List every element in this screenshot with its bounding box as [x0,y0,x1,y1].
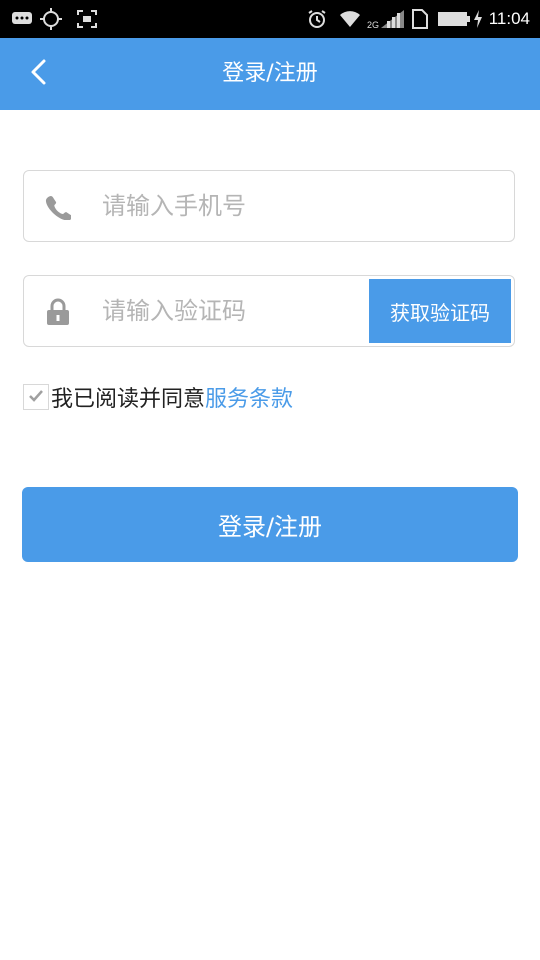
sim-icon [410,0,430,38]
alarm-icon [306,0,328,38]
wifi-icon [338,0,362,38]
get-code-button[interactable]: 获取验证码 [369,279,511,343]
phone-field [23,170,515,242]
agreement-text: 我已阅读并同意 [51,387,206,412]
battery-icon [436,0,472,38]
verification-code-input[interactable] [102,276,372,346]
phone-input[interactable] [102,171,502,241]
app-header: 登录/注册 [0,38,540,110]
page-title: 登录/注册 [222,61,318,86]
lock-icon [44,298,72,326]
gps-icon [38,0,64,38]
check-icon [28,388,44,407]
message-icon [10,0,34,38]
terms-of-service-link[interactable]: 服务条款 [205,381,293,413]
phone-icon [44,193,72,221]
network-type-text: 2G [367,20,379,29]
signal-icon: 2G [366,0,406,38]
status-time: 11:04 [488,9,530,28]
agreement-checkbox[interactable] [23,384,49,410]
agreement-row: 我已阅读并同意 服务条款 [23,380,293,414]
screenshot-icon [76,0,98,38]
login-register-button[interactable]: 登录/注册 [22,487,518,562]
status-bar: 2G 11:04 [0,0,540,38]
verification-code-field: 获取验证码 [23,275,515,347]
charging-icon [472,0,484,38]
